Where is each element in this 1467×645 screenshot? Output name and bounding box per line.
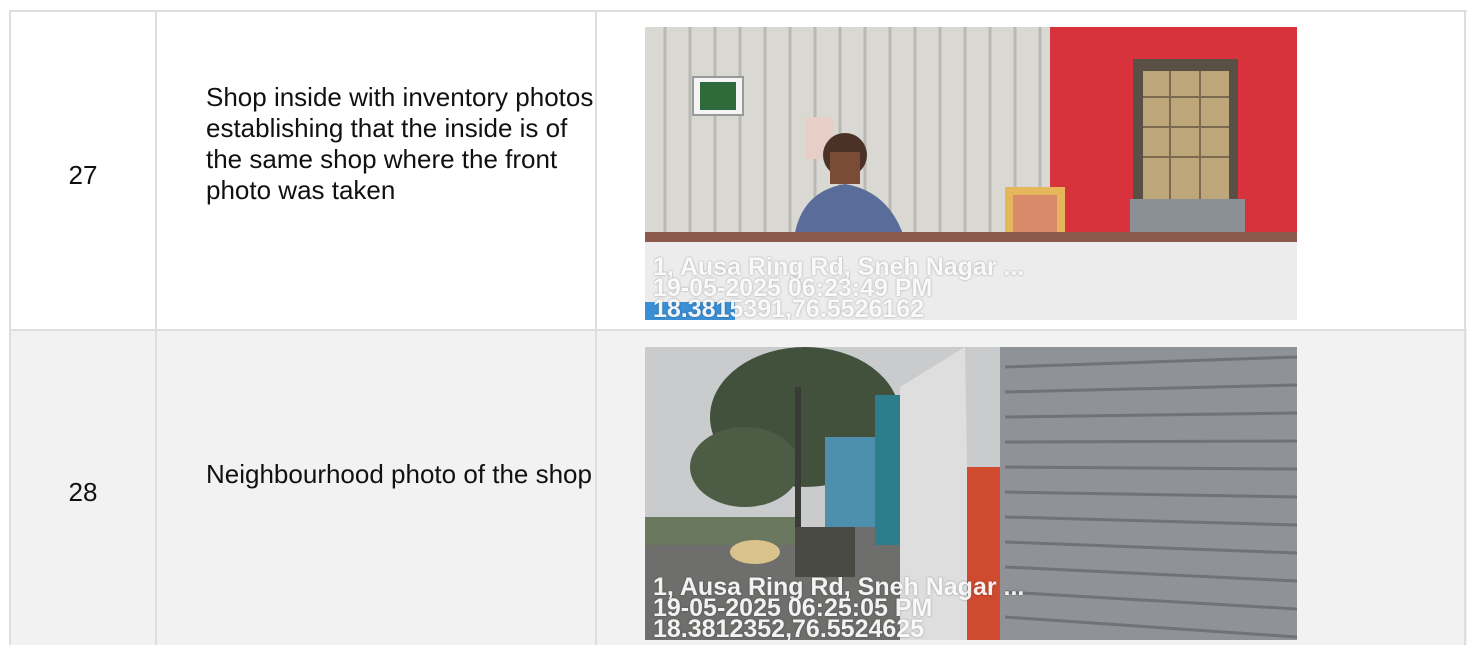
table-row: 28 Neighbourhood photo of the shop 1, Au… [10, 329, 1467, 645]
column-divider [9, 10, 11, 645]
evidence-table: 27 Shop inside with inventory photos est… [0, 0, 1467, 645]
shop-inside-photo: 1, Ausa Ring Rd, Sneh Nagar ... 19-05-20… [645, 27, 1297, 320]
geotag-stamp: 1, Ausa Ring Rd, Sneh Nagar ... 19-05-20… [653, 575, 1024, 641]
column-divider [155, 10, 157, 645]
geotag-coordinates: 18.3815391,76.5526162 [653, 295, 925, 321]
geotag-stamp: 1, Ausa Ring Rd, Sneh Nagar ... 19-05-20… [653, 255, 1024, 321]
geotag-coordinates: 18.3812352,76.5524625 [653, 615, 925, 641]
row-description: Shop inside with inventory photos establ… [206, 82, 594, 205]
row-description: Neighbourhood photo of the shop [206, 459, 592, 489]
row-number: 27 [68, 160, 98, 190]
column-divider [1464, 10, 1466, 645]
column-divider [595, 10, 597, 645]
row-number: 28 [68, 477, 98, 507]
table-row: 27 Shop inside with inventory photos est… [10, 10, 1467, 330]
neighbourhood-photo: 1, Ausa Ring Rd, Sneh Nagar ... 19-05-20… [645, 347, 1297, 640]
